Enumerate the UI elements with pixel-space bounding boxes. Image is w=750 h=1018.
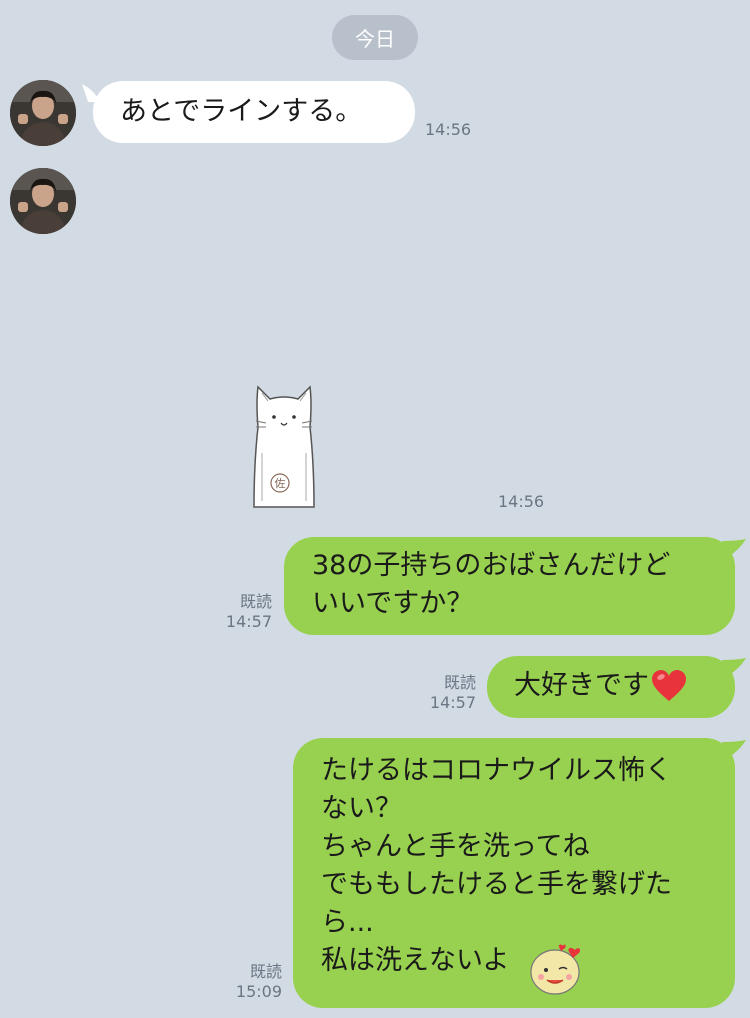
cat-sticker[interactable]: 佐 xyxy=(248,383,320,511)
message-time: 14:56 xyxy=(498,492,545,511)
message-meta: 既読 14:57 xyxy=(420,673,476,713)
date-separator: 今日 xyxy=(332,15,418,60)
read-receipt: 既読 xyxy=(249,962,282,981)
message-meta: 既読 14:57 xyxy=(216,592,272,632)
message-bubble-outgoing[interactable]: 38の子持ちのおばさんだけど いいですか？ xyxy=(284,537,735,635)
message-bubble-outgoing[interactable]: 大好きです xyxy=(487,656,735,718)
read-receipt: 既読 xyxy=(239,592,272,611)
bubble-tail xyxy=(722,658,746,676)
contact-avatar[interactable] xyxy=(10,80,76,146)
message-bubble-outgoing[interactable]: たけるはコロナウイルス怖く ない？ ちゃんと手を洗ってね でももしたけると手を繋… xyxy=(293,738,735,1008)
heart-emoji xyxy=(652,670,686,701)
message-text: あとでラインする。 xyxy=(120,96,363,127)
avatar-photo xyxy=(10,168,76,234)
bubble-tail xyxy=(722,740,746,758)
message-time: 15:09 xyxy=(235,982,282,1001)
read-receipt: 既読 xyxy=(443,673,476,692)
svg-text:佐: 佐 xyxy=(275,476,286,490)
bubble-tail xyxy=(722,539,746,557)
message-bubble-incoming[interactable]: あとでラインする。 xyxy=(93,81,415,143)
message-time: 14:57 xyxy=(225,612,272,631)
avatar-photo xyxy=(10,80,76,146)
message-text: たけるはコロナウイルス怖く ない？ ちゃんと手を洗ってね でももしたけると手を繋… xyxy=(321,755,672,976)
smiling-face-emoji xyxy=(530,944,581,995)
message-time: 14:57 xyxy=(429,693,476,712)
contact-avatar[interactable] xyxy=(10,168,76,234)
message-time: 14:56 xyxy=(425,120,472,139)
message-text: 大好きです xyxy=(514,670,649,701)
message-meta: 既読 15:09 xyxy=(226,962,282,1002)
